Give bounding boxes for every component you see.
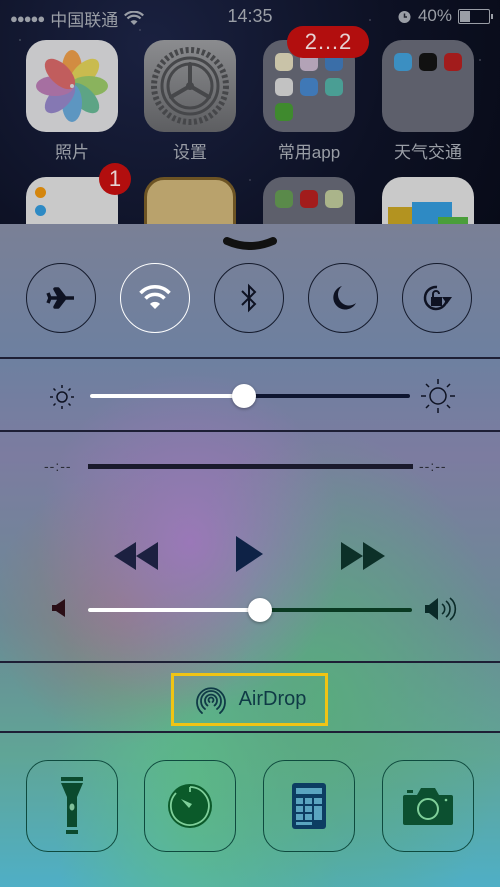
folder-common-apps[interactable]: 常用app: [263, 40, 355, 163]
rotation-lock-icon: [423, 285, 452, 311]
brightness-slider[interactable]: [90, 384, 410, 408]
speaker-high-icon: [425, 597, 457, 621]
settings-icon: [144, 40, 236, 132]
folder-icon: [382, 40, 474, 132]
status-bar: ●●●●● 中国联通 14:35 40%: [0, 0, 500, 34]
bluetooth-icon: [241, 283, 257, 313]
moon-icon: [333, 286, 356, 310]
music-scrubber[interactable]: [88, 464, 413, 469]
volume-thumb[interactable]: [248, 598, 272, 622]
flashlight-icon: [61, 777, 83, 834]
control-center: --:-- --:-- AirDrop: [0, 224, 500, 887]
do-not-disturb-toggle[interactable]: [308, 263, 378, 333]
alarm-icon: [398, 10, 411, 23]
flashlight-button[interactable]: [26, 760, 118, 852]
divider: [0, 430, 500, 432]
app-photos[interactable]: 照片: [26, 40, 118, 163]
airplane-mode-toggle[interactable]: [26, 263, 96, 333]
notification-badge: 1: [99, 163, 131, 195]
sun-large-icon: [421, 379, 455, 413]
folder-weather-traffic[interactable]: 天气交通: [382, 40, 474, 163]
app-label: 照片: [55, 143, 89, 162]
notification-badge: 2…2: [287, 26, 369, 58]
wifi-icon: [139, 285, 171, 309]
elapsed-time: --:--: [44, 458, 72, 474]
wifi-toggle[interactable]: [120, 263, 190, 333]
volume-slider[interactable]: [88, 598, 412, 622]
airdrop-label: AirDrop: [238, 688, 307, 710]
divider: [0, 731, 500, 733]
calculator-icon: [292, 783, 326, 829]
app-settings[interactable]: 设置: [144, 40, 236, 163]
brightness-fill: [90, 394, 244, 398]
timer-button[interactable]: [144, 760, 236, 852]
grabber-chevron-icon[interactable]: [222, 236, 278, 250]
camera-button[interactable]: [382, 760, 474, 852]
rewind-icon[interactable]: [114, 542, 160, 570]
divider: [0, 357, 500, 359]
speaker-low-icon: [52, 599, 65, 617]
app-label: 天气交通: [394, 143, 462, 162]
timer-icon: [168, 784, 212, 828]
brightness-thumb[interactable]: [232, 384, 256, 408]
remaining-time: --:--: [419, 458, 447, 474]
battery-percent: 40%: [417, 6, 452, 25]
calculator-button[interactable]: [263, 760, 355, 852]
fast-forward-icon[interactable]: [341, 542, 387, 570]
battery-icon: [458, 8, 493, 24]
airdrop-button[interactable]: AirDrop: [171, 673, 328, 726]
volume-fill: [88, 608, 260, 612]
rotation-lock-toggle[interactable]: [402, 263, 472, 333]
camera-icon: [403, 788, 453, 825]
bluetooth-toggle[interactable]: [214, 263, 284, 333]
app-label: 常用app: [277, 143, 341, 162]
airdrop-icon: [195, 686, 226, 714]
app-label: 设置: [173, 143, 207, 162]
airplane-icon: [46, 287, 74, 309]
sun-small-icon: [50, 385, 74, 409]
play-icon[interactable]: [236, 536, 264, 572]
photos-icon: [26, 40, 118, 132]
divider: [0, 661, 500, 663]
